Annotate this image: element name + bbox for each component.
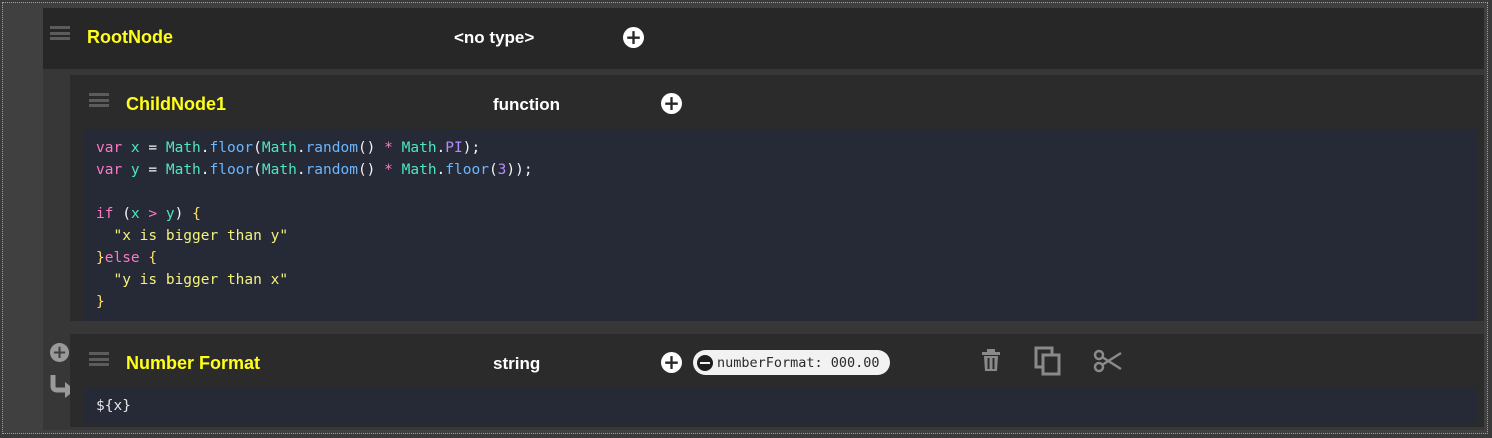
code-token: Math: [261, 140, 297, 156]
code-token: floor: [209, 140, 254, 156]
code-token: random: [305, 162, 358, 178]
drag-handle-icon[interactable]: [89, 352, 109, 366]
code-token: x: [130, 206, 140, 222]
code-token: .: [436, 140, 446, 156]
tag-label: numberFormat: 000.00: [717, 354, 880, 371]
code-token: floor: [445, 162, 489, 178]
code-token: floor: [209, 162, 254, 178]
code-line: "x is bigger than y": [96, 225, 1465, 247]
code-editor[interactable]: var x = Math.floor(Math.random() * Math.…: [83, 129, 1478, 321]
code-token: var: [96, 140, 131, 156]
code-editor[interactable]: ${x}: [83, 388, 1478, 424]
root-node-type[interactable]: <no type>: [454, 28, 534, 48]
copy-icon[interactable]: [1034, 346, 1062, 376]
code-token: Math: [401, 162, 437, 178]
tree-editor: RootNode <no type> + ChildNode1 function…: [2, 2, 1488, 434]
code-token: .: [200, 162, 210, 178]
code-token: var: [96, 162, 131, 178]
code-token: "y is bigger than x": [96, 272, 289, 288]
child-node-name[interactable]: ChildNode1: [126, 94, 226, 115]
code-token: PI: [445, 140, 463, 156]
code-token: "x is bigger than y": [96, 228, 289, 244]
code-token: .: [296, 140, 306, 156]
code-token: *: [384, 140, 393, 156]
number-format-node-name[interactable]: Number Format: [126, 353, 260, 374]
code-token: (: [253, 140, 262, 156]
code-token: >: [139, 206, 166, 222]
code-token: random: [305, 140, 358, 156]
code-token: =: [139, 140, 166, 156]
code-line: var y = Math.floor(Math.random() * Math.…: [96, 159, 1465, 181]
code-token: Math: [401, 140, 437, 156]
code-token: {: [148, 250, 158, 266]
scissors-icon[interactable]: [1093, 349, 1123, 373]
code-line: }: [96, 291, 1465, 313]
child-node-type[interactable]: function: [493, 95, 560, 115]
code-line: "y is bigger than x": [96, 269, 1465, 291]
code-token: {: [192, 206, 201, 222]
plus-circle-icon[interactable]: +: [661, 93, 682, 114]
trash-icon[interactable]: [980, 348, 1002, 374]
drag-handle-icon[interactable]: [50, 26, 70, 40]
code-token: y: [165, 206, 175, 222]
code-token: .: [296, 162, 306, 178]
code-token: .: [200, 140, 210, 156]
code-line: if (x > y) {: [96, 203, 1465, 225]
code-token: (: [122, 206, 131, 222]
code-token: }: [96, 294, 105, 310]
number-format-node-type[interactable]: string: [493, 354, 540, 374]
code-token: Math: [261, 162, 297, 178]
code-token: ): [174, 206, 193, 222]
code-token: (): [357, 140, 385, 156]
code-token: (: [253, 162, 262, 178]
code-token: x: [130, 140, 140, 156]
code-token: else: [104, 250, 149, 266]
code-token: .: [436, 162, 446, 178]
code-line: }else {: [96, 247, 1465, 269]
code-token: (: [488, 162, 498, 178]
code-token: *: [384, 162, 393, 178]
code-token: }: [96, 250, 105, 266]
code-token: );: [462, 140, 481, 156]
tag-pill[interactable]: numberFormat: 000.00: [693, 350, 890, 375]
code-token: Math: [165, 140, 201, 156]
root-node-header: [43, 8, 1484, 69]
code-token: =: [139, 162, 166, 178]
plus-circle-icon[interactable]: +: [623, 27, 644, 48]
drag-handle-icon[interactable]: [89, 93, 109, 107]
code-token: Math: [165, 162, 201, 178]
minus-circle-icon[interactable]: [697, 354, 713, 371]
code-line: var x = Math.floor(Math.random() * Math.…: [96, 137, 1465, 159]
code-token: y: [130, 162, 140, 178]
code-token: (): [357, 162, 385, 178]
plus-circle-icon[interactable]: +: [50, 343, 69, 362]
code-token: ));: [506, 162, 533, 178]
root-node-name[interactable]: RootNode: [87, 27, 173, 48]
code-token: if: [96, 206, 123, 222]
plus-circle-icon[interactable]: +: [661, 352, 682, 373]
